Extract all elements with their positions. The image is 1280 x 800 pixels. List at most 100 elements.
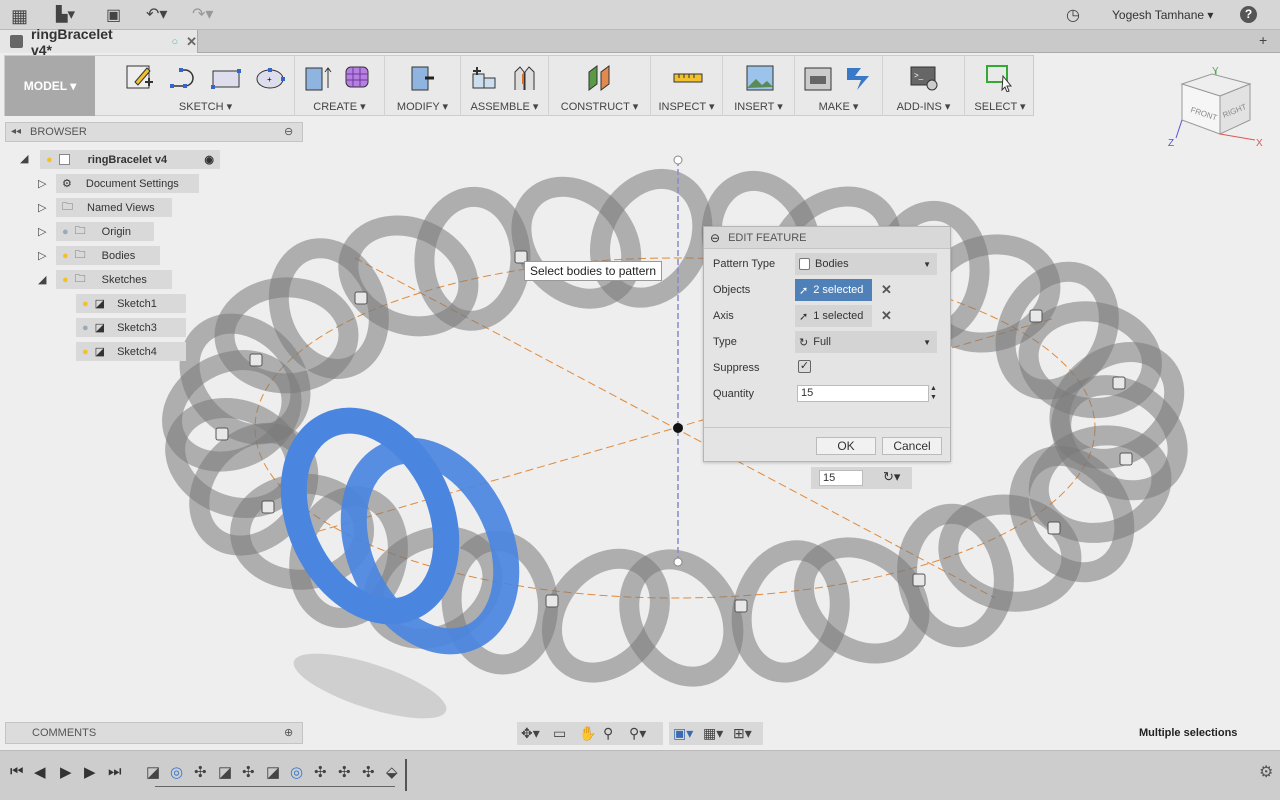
step-forward-icon[interactable]: ▶ — [84, 763, 96, 781]
redo-icon[interactable]: ↷▾ — [192, 4, 213, 24]
cancel-button[interactable]: Cancel — [882, 437, 942, 455]
timeline-combine-icon[interactable]: ⬙ — [386, 763, 398, 781]
instance-suppress-checkbox[interactable] — [1112, 376, 1126, 390]
instance-suppress-checkbox[interactable] — [545, 594, 559, 608]
lightbulb-off-icon[interactable]: ● — [62, 226, 69, 238]
inspect-menu[interactable]: INSPECT ▾ — [651, 100, 722, 113]
go-to-end-icon[interactable]: ⏭ — [108, 763, 122, 780]
timeline-move-icon[interactable]: ✣ — [362, 763, 375, 781]
construct-menu[interactable]: CONSTRUCT ▾ — [549, 100, 650, 113]
zoom-icon[interactable]: ⚲ — [603, 725, 613, 742]
grid-icon[interactable]: ▦ — [11, 6, 28, 27]
instance-suppress-checkbox[interactable] — [261, 500, 275, 514]
timeline-move-icon[interactable]: ✣ — [314, 763, 327, 781]
lightbulb-icon[interactable]: ● — [46, 154, 53, 166]
objects-selector[interactable]: ➚ 2 selected — [795, 279, 872, 301]
sketch-menu[interactable]: SKETCH ▾ — [117, 100, 294, 113]
settings-gear-icon[interactable]: ⚙ — [1259, 762, 1273, 782]
display-settings-icon[interactable]: ▣▾ — [673, 725, 693, 742]
lightbulb-icon[interactable]: ● — [62, 274, 69, 286]
addins-menu[interactable]: ADD-INS ▾ — [883, 100, 964, 113]
go-to-start-icon[interactable]: ⏮ — [10, 763, 24, 780]
expand-triangle-icon[interactable]: ▷ — [38, 249, 46, 262]
expand-triangle-icon[interactable]: ▷ — [38, 201, 46, 214]
select-icon[interactable] — [985, 64, 1015, 92]
timeline-marker[interactable] — [405, 759, 407, 791]
tree-item-sketch1[interactable]: ● ◪ Sketch1 — [76, 294, 186, 313]
collapse-panel-icon[interactable]: ◂◂ — [11, 126, 21, 137]
clear-objects-icon[interactable]: ✕ — [881, 282, 892, 298]
tree-item-sketch3[interactable]: ● ◪ Sketch3 — [76, 318, 186, 337]
select-group[interactable]: SELECT ▾ — [965, 56, 1035, 116]
viewports-icon[interactable]: ⊞▾ — [733, 725, 752, 742]
undo-icon[interactable]: ↶▾ — [146, 4, 167, 24]
measure-icon[interactable] — [673, 64, 703, 92]
user-menu[interactable]: Yogesh Tamhane ▾ — [1112, 8, 1213, 22]
3d-print-icon[interactable] — [803, 64, 833, 92]
grid-settings-icon[interactable]: ▦▾ — [703, 725, 723, 742]
sketch-group[interactable]: + SKETCH ▾ — [117, 56, 295, 116]
assemble-group[interactable]: ASSEMBLE ▾ — [461, 56, 549, 116]
look-at-icon[interactable]: ▭ — [553, 725, 566, 742]
rectangle-icon[interactable] — [211, 64, 241, 92]
instance-suppress-checkbox[interactable] — [912, 573, 926, 587]
clear-axis-icon[interactable]: ✕ — [881, 308, 892, 324]
type-dropdown[interactable]: ↻ Full ▼ — [795, 331, 937, 353]
save-icon[interactable]: ▣ — [106, 5, 121, 25]
axis-selector[interactable]: ➚ 1 selected — [795, 305, 872, 327]
expand-triangle-icon[interactable]: ▷ — [38, 225, 46, 238]
lightbulb-icon[interactable]: ● — [82, 298, 89, 310]
make-menu[interactable]: MAKE ▾ — [795, 100, 882, 113]
timeline-sketch-icon[interactable]: ◪ — [146, 763, 160, 781]
collapse-triangle-icon[interactable]: ◢ — [38, 273, 46, 286]
help-icon[interactable]: ? — [1240, 6, 1257, 23]
insert-group[interactable]: INSERT ▾ — [723, 56, 795, 116]
dialog-header[interactable]: ⊖ EDIT FEATURE — [704, 227, 950, 249]
step-back-icon[interactable]: ◀ — [34, 763, 46, 781]
new-tab-icon[interactable]: + — [1259, 32, 1267, 48]
inspect-group[interactable]: INSPECT ▾ — [651, 56, 723, 116]
tree-item-sketches[interactable]: ● 🗀 Sketches — [56, 270, 172, 289]
create-group[interactable]: CREATE ▾ — [295, 56, 385, 116]
manipulator-quantity-input[interactable]: 15 — [819, 470, 863, 486]
instance-suppress-checkbox[interactable] — [1119, 452, 1133, 466]
offset-plane-icon[interactable] — [585, 64, 615, 92]
activate-radio-icon[interactable]: ◉ — [204, 153, 214, 166]
browser-panel-header[interactable]: ◂◂ BROWSER ⊖ — [5, 122, 303, 142]
comments-panel[interactable]: COMMENTS ⊕ — [5, 722, 303, 744]
select-menu[interactable]: SELECT ▾ — [965, 100, 1035, 113]
ok-button[interactable]: OK — [816, 437, 876, 455]
file-icon[interactable]: ▙▾ — [56, 5, 75, 23]
line-icon[interactable] — [169, 64, 199, 92]
scripts-icon[interactable]: >_ — [909, 64, 939, 92]
insert-image-icon[interactable] — [745, 64, 775, 92]
expand-triangle-icon[interactable]: ▷ — [38, 177, 46, 190]
instance-suppress-checkbox[interactable] — [215, 427, 229, 441]
press-pull-icon[interactable] — [407, 64, 437, 92]
workspace-switcher[interactable]: MODEL ▾ — [5, 56, 95, 116]
play-icon[interactable]: ▶ — [60, 763, 72, 781]
3d-viewport[interactable] — [0, 116, 1280, 750]
new-component-icon[interactable] — [469, 64, 499, 92]
clock-icon[interactable]: ◷ — [1066, 5, 1080, 25]
instance-suppress-checkbox[interactable] — [249, 353, 263, 367]
tree-root[interactable]: ● ringBracelet v4 ◉ — [40, 150, 220, 169]
extrude-icon[interactable] — [303, 64, 333, 92]
instance-suppress-checkbox[interactable] — [1029, 309, 1043, 323]
document-tab[interactable]: ringBracelet v4* ○ ✕ — [0, 26, 198, 58]
lightbulb-icon[interactable]: ● — [82, 346, 89, 358]
joint-icon[interactable] — [509, 64, 539, 92]
lightbulb-off-icon[interactable]: ● — [82, 322, 89, 334]
modify-menu[interactable]: MODIFY ▾ — [385, 100, 460, 113]
addins-group[interactable]: >_ ADD-INS ▾ — [883, 56, 965, 116]
timeline-pattern-icon[interactable]: ◎ — [170, 763, 183, 781]
add-comment-icon[interactable]: ⊕ — [284, 726, 293, 739]
timeline-move-icon[interactable]: ✣ — [338, 763, 351, 781]
timeline-pattern-icon[interactable]: ◎ — [290, 763, 303, 781]
orbit-icon[interactable]: ✥▾ — [521, 725, 540, 742]
collapse-triangle-icon[interactable]: ◢ — [20, 152, 28, 165]
timeline-move-icon[interactable]: ✣ — [242, 763, 255, 781]
lightbulb-icon[interactable]: ● — [62, 250, 69, 262]
pattern-type-dropdown[interactable]: Bodies ▼ — [795, 253, 937, 275]
tree-item-document-settings[interactable]: ⚙ Document Settings — [56, 174, 199, 193]
